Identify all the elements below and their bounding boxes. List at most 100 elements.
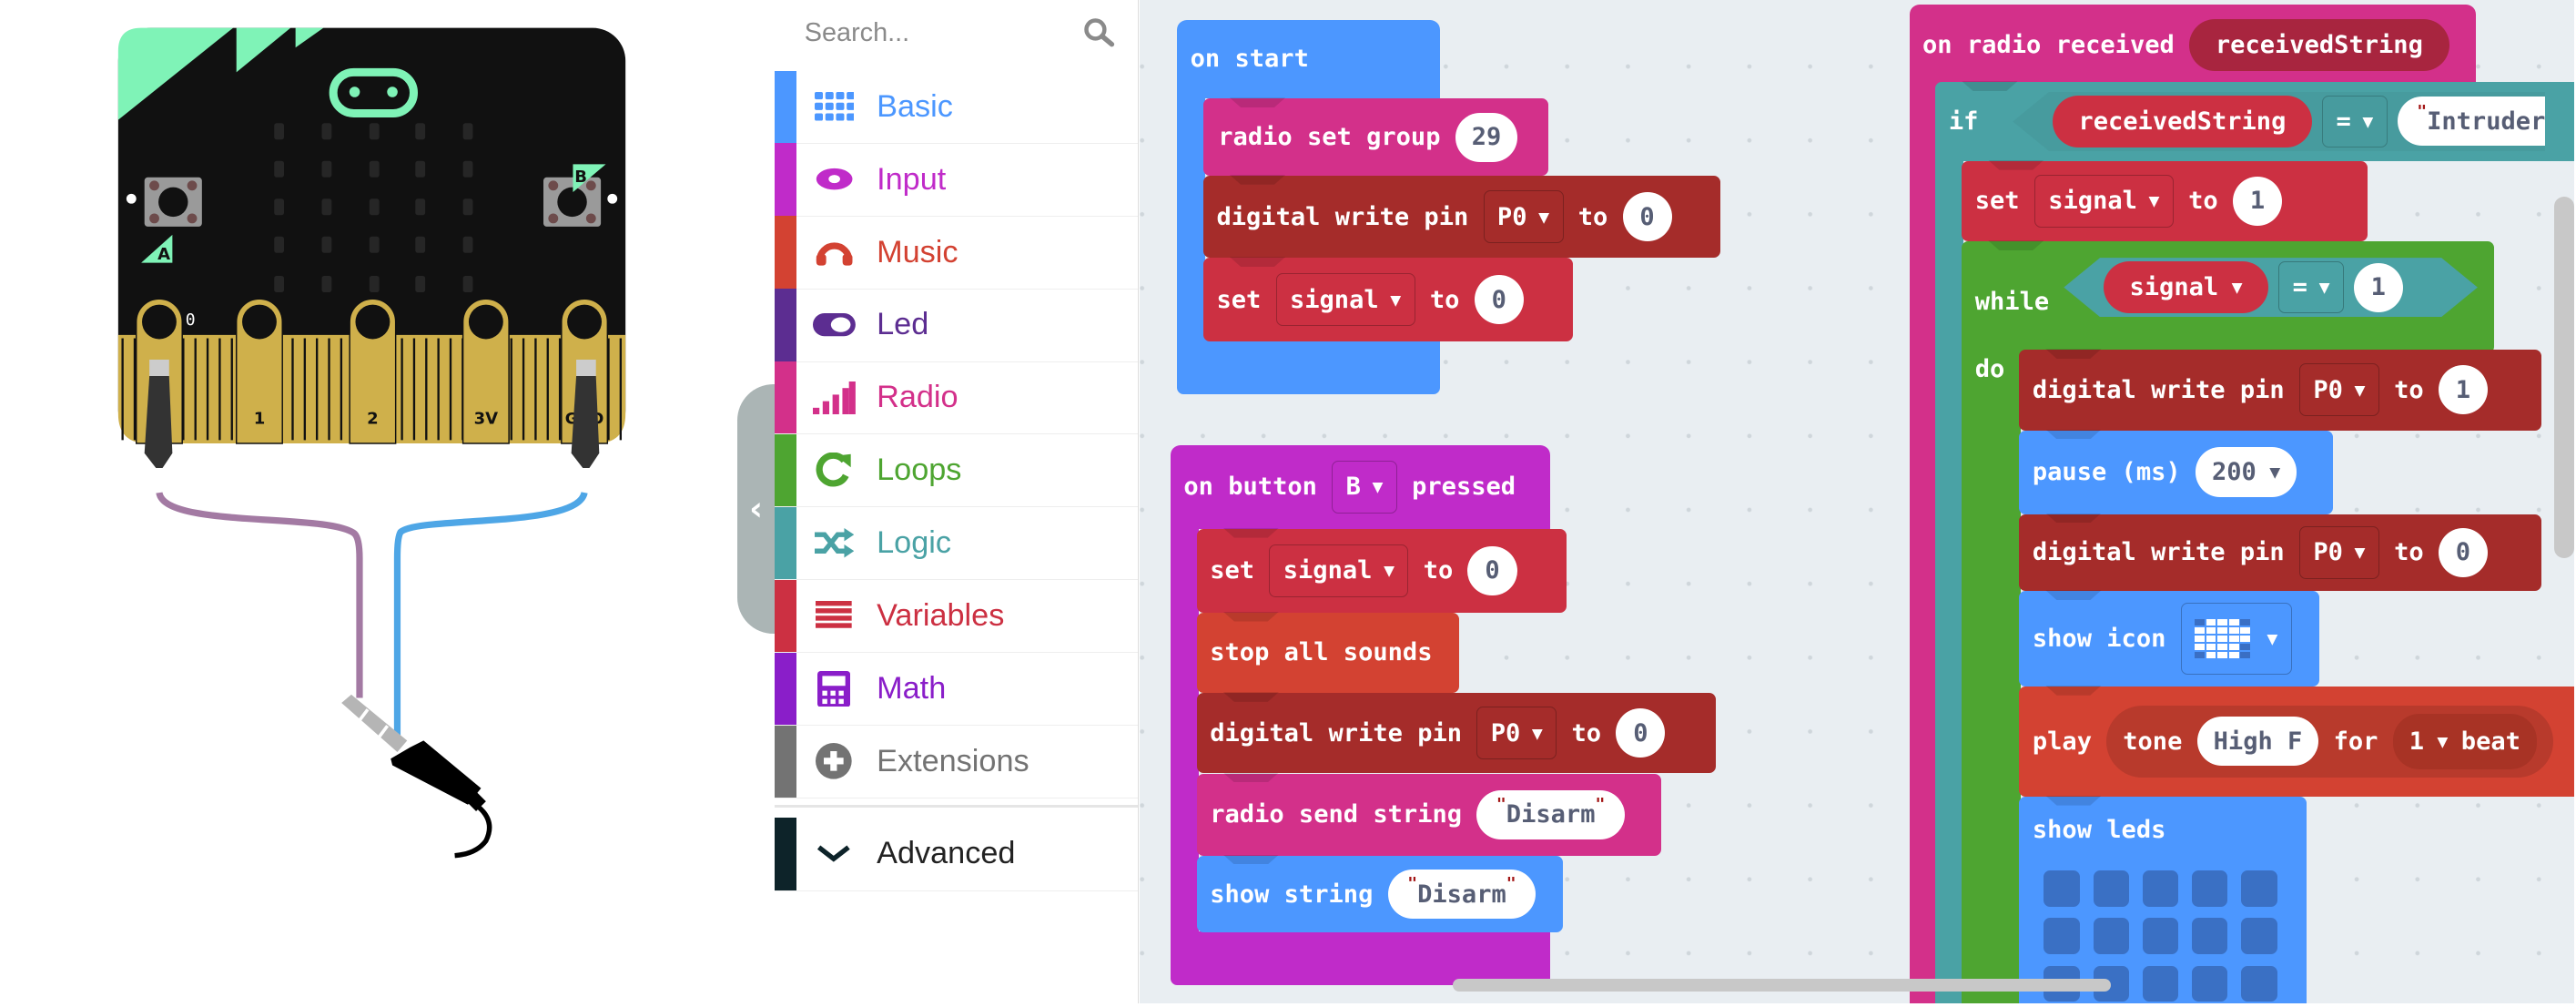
variable-value[interactable]: 1	[2232, 176, 2283, 226]
category-led[interactable]: Led	[775, 289, 1138, 362]
category-extensions[interactable]: Extensions	[775, 725, 1138, 798]
vertical-scrollbar[interactable]	[2554, 197, 2575, 559]
tone-reporter[interactable]: tone High F for 1 ▼ beat	[2106, 705, 2553, 778]
comparison-condition[interactable]: signal ▼ = ▼ 1	[2064, 258, 2478, 317]
set-variable-block[interactable]: set signal ▼ to 1	[1962, 160, 2368, 242]
dropdown-arrow-icon: ▼	[2267, 628, 2278, 650]
digital-write-pin-block[interactable]: digital write pin P0 ▼ to 0	[1196, 693, 1716, 774]
icon-dropdown[interactable]: ▼	[2180, 602, 2292, 676]
led-toggle[interactable]	[2093, 918, 2130, 954]
led-toggle[interactable]	[2240, 918, 2277, 954]
note-picker[interactable]: High F	[2196, 717, 2319, 767]
while-block[interactable]: while signal ▼ = ▼ 1	[1962, 241, 2494, 353]
category-variables[interactable]: Variables	[775, 579, 1138, 654]
category-advanced[interactable]: Advanced	[775, 818, 1138, 891]
received-string-parameter[interactable]: receivedString	[2189, 18, 2449, 72]
operator-dropdown[interactable]: = ▼	[2322, 95, 2388, 148]
led-toggle[interactable]	[2191, 918, 2228, 954]
led-toggle[interactable]	[2240, 870, 2277, 907]
digital-write-pin-block[interactable]: digital write pin P0 ▼ to 0	[2019, 514, 2541, 592]
pin-3v[interactable]: 3V	[461, 298, 510, 444]
operator-dropdown[interactable]: = ▼	[2278, 261, 2344, 314]
button-b[interactable]	[543, 177, 602, 227]
signal-variable-dropdown[interactable]: signal ▼	[2104, 261, 2269, 314]
category-logic[interactable]: Logic	[775, 506, 1138, 581]
pin-value[interactable]: 1	[2438, 365, 2488, 415]
search-icon[interactable]	[1082, 16, 1115, 49]
group-value[interactable]: 29	[1455, 112, 1518, 162]
icon-pixel	[2240, 644, 2251, 651]
variable-dropdown[interactable]: signal ▼	[1269, 544, 1409, 597]
radio-send-string-block[interactable]: radio send string " Disarm "	[1196, 773, 1662, 856]
pin-label: 3V	[474, 409, 499, 428]
category-input[interactable]: Input	[775, 143, 1138, 217]
led-toggle[interactable]	[2142, 918, 2179, 954]
pin-value[interactable]: 0	[1622, 192, 1672, 242]
button-dropdown[interactable]: B ▼	[1332, 460, 1397, 514]
variable-dropdown[interactable]: signal ▼	[1275, 273, 1415, 326]
category-radio[interactable]: Radio	[775, 361, 1138, 435]
pin-1[interactable]: 1	[235, 298, 283, 444]
horizontal-scrollbar[interactable]	[1453, 978, 2112, 992]
show-icon-block[interactable]: show icon ▼	[2019, 591, 2320, 687]
led-toggle[interactable]	[2093, 870, 2130, 907]
variable-dropdown[interactable]: signal ▼	[2033, 175, 2174, 228]
icon-pixel	[2240, 636, 2251, 643]
led	[462, 160, 473, 178]
variable-value[interactable]: 0	[1467, 545, 1517, 595]
received-string-variable[interactable]: receivedString	[2052, 95, 2313, 148]
set-variable-block[interactable]: set signal ▼ to 0	[1196, 528, 1567, 613]
string-input[interactable]: " Disarm "	[1387, 870, 1536, 920]
icon-preview	[2195, 619, 2251, 659]
search-input[interactable]: Search...	[775, 0, 1138, 69]
variable-value[interactable]: 0	[1474, 275, 1524, 325]
pause-duration-dropdown[interactable]: 200 ▼	[2195, 447, 2297, 497]
led	[462, 276, 473, 293]
radio-set-group-block[interactable]: radio set group 29	[1203, 98, 1548, 176]
stop-all-sounds-block[interactable]: stop all sounds	[1196, 612, 1460, 694]
digital-write-pin-block[interactable]: digital write pin P0 ▼ to 0	[1203, 175, 1721, 259]
pin-dropdown[interactable]: P0 ▼	[2298, 526, 2379, 579]
led-toggle[interactable]	[2142, 870, 2179, 907]
show-leds-block[interactable]: show leds	[2019, 796, 2307, 1003]
pause-block[interactable]: pause (ms) 200 ▼	[2019, 430, 2333, 514]
collapse-simulator-button[interactable]: ‹	[736, 384, 776, 635]
led-toggle[interactable]	[2191, 870, 2228, 907]
pin-dropdown[interactable]: P0 ▼	[1483, 190, 1564, 243]
microbit-board[interactable]: A B 0123VGND 0	[0, 0, 772, 1003]
category-label: Input	[877, 161, 947, 197]
button-a[interactable]	[144, 177, 202, 227]
set-variable-block[interactable]: set signal ▼ to 0	[1203, 258, 1573, 342]
led-toggle[interactable]	[2142, 965, 2179, 1002]
play-tone-block[interactable]: play tone High F for 1 ▼ beat	[2019, 686, 2575, 797]
comparison-condition[interactable]: receivedString = ▼ " Intruder	[2013, 91, 2546, 151]
led-toggle[interactable]	[2044, 918, 2081, 954]
if-block[interactable]: if receivedString = ▼ " Intruder	[1935, 82, 2575, 161]
category-loops[interactable]: Loops	[775, 434, 1138, 508]
string-input[interactable]: " Intruder	[2397, 97, 2546, 147]
led	[369, 123, 380, 140]
string-input[interactable]: " Disarm "	[1476, 789, 1625, 839]
compare-value[interactable]: 1	[2354, 263, 2403, 312]
category-basic[interactable]: Basic	[775, 70, 1138, 144]
pin-value[interactable]: 0	[2438, 527, 2488, 577]
button-b-label: B	[574, 168, 587, 187]
category-label: Extensions	[877, 743, 1029, 778]
category-math[interactable]: Math	[775, 652, 1138, 727]
pin-value[interactable]: 0	[1616, 708, 1666, 758]
icon-pixel	[2206, 652, 2216, 659]
pin-dropdown[interactable]: P0 ▼	[2298, 363, 2379, 417]
beat-dropdown[interactable]: 1 ▼ beat	[2392, 713, 2537, 769]
icon-pixel	[2217, 619, 2228, 626]
category-label: Advanced	[877, 836, 1016, 871]
pin-dropdown[interactable]: P0 ▼	[1476, 707, 1557, 760]
category-music[interactable]: Music	[775, 216, 1138, 290]
led-toggle[interactable]	[2240, 965, 2277, 1002]
led-toggle[interactable]	[2044, 870, 2081, 907]
digital-write-pin-block[interactable]: digital write pin P0 ▼ to 1	[2019, 350, 2541, 431]
show-string-block[interactable]: show string " Disarm "	[1196, 855, 1563, 933]
pin-2[interactable]: 2	[349, 298, 397, 444]
dropdown-arrow-icon: ▼	[2362, 110, 2374, 132]
led-toggle[interactable]	[2191, 965, 2228, 1002]
led	[321, 276, 332, 293]
